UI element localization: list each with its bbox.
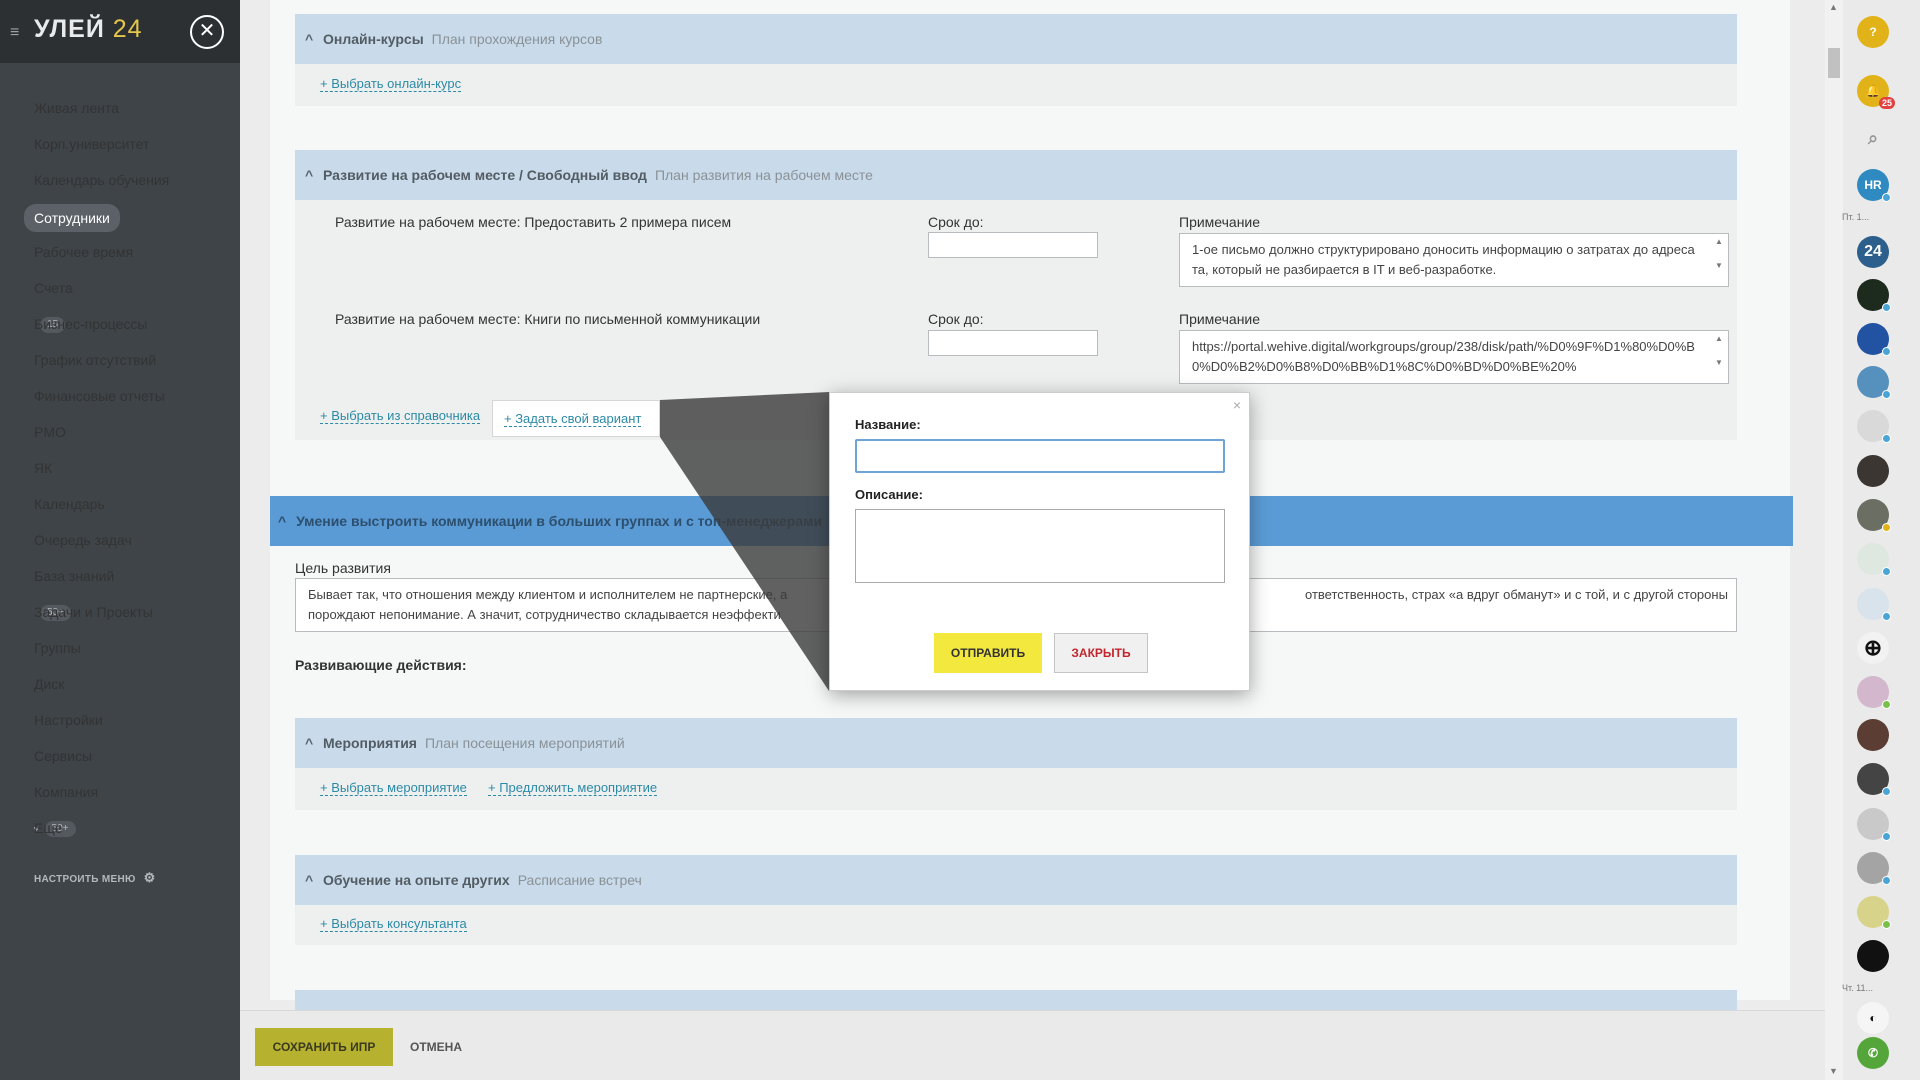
name-label: Название: <box>855 417 921 432</box>
custom-variant-dialog: × Название: Описание: ОТПРАВИТЬ ЗАКРЫТЬ <box>829 392 1250 691</box>
description-textarea[interactable] <box>855 509 1225 583</box>
custom-variant-popup: + Задать свой вариант <box>492 400 660 437</box>
description-label: Описание: <box>855 487 923 502</box>
name-input[interactable] <box>855 439 1225 473</box>
close-icon[interactable]: × <box>1233 397 1241 413</box>
close-button[interactable]: ЗАКРЫТЬ <box>1054 633 1148 673</box>
send-button[interactable]: ОТПРАВИТЬ <box>934 633 1042 673</box>
set-custom-variant-link[interactable]: + Задать свой вариант <box>504 411 642 427</box>
